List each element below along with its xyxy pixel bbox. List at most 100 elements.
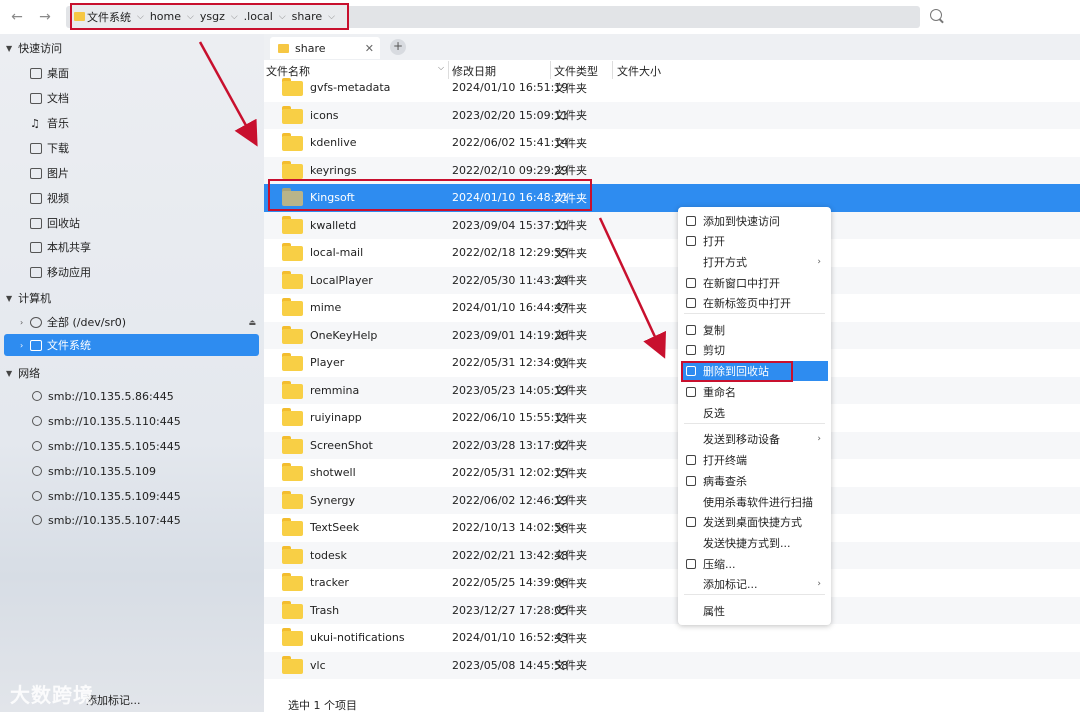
breadcrumb-item[interactable]: .local ⌵ [244,10,286,23]
table-row[interactable]: vlc 2023/05/08 14:45:58 文件夹 [264,651,1080,679]
table-row[interactable]: tracker 2022/05/25 14:39:06 文件夹 [264,569,1080,597]
open-folder-icon [686,236,696,246]
table-row[interactable]: ruiyinapp 2022/06/10 15:55:11 文件夹 [264,404,1080,432]
sidebar-item-trash[interactable]: 回收站 [30,212,260,234]
menu-item[interactable]: 反选 [678,403,831,423]
table-row[interactable]: todesk 2022/02/21 13:42:48 文件夹 [264,541,1080,569]
sidebar-item-network[interactable]: smb://10.135.5.86:445 [30,385,260,407]
sidebar-item-network[interactable]: smb://10.135.5.109:445 [30,485,260,507]
menu-item[interactable]: 复制 [678,320,831,340]
menu-item[interactable]: 病毒查杀 [678,471,831,491]
menu-item[interactable]: 打开 [678,231,831,251]
sidebar-item-desktop[interactable]: 桌面 [30,62,260,84]
sidebar-item-network[interactable]: smb://10.135.5.109 [30,460,260,482]
network-icon [32,391,42,401]
back-arrow-icon[interactable]: ← [8,8,26,26]
table-row[interactable]: Trash 2023/12/27 17:28:05 文件夹 [264,596,1080,624]
sidebar-group-network[interactable]: ▼ 网络 [6,365,40,381]
menu-item[interactable]: 剪切 [678,340,831,360]
menu-item[interactable]: 重命名 [678,382,831,402]
column-modified[interactable]: 修改日期 [452,63,496,79]
add-tag-button[interactable]: 添加标记... [86,692,141,708]
table-row[interactable]: icons 2023/02/20 15:09:11 文件夹 [264,101,1080,129]
file-name: Player [310,356,345,370]
video-icon [30,192,42,204]
folder-icon [282,78,303,96]
menu-divider [684,594,825,595]
table-row[interactable]: local-mail 2022/02/18 12:29:55 文件夹 [264,239,1080,267]
file-date: 2022/06/02 12:46:19 [452,493,569,507]
chevron-down-icon[interactable]: ⌵ [438,63,444,73]
menu-item[interactable]: 在新标签页中打开 [678,293,831,313]
file-name: remmina [310,383,360,397]
breadcrumb-item[interactable]: ysgz ⌵ [200,10,238,23]
menu-item[interactable]: 发送到桌面快捷方式 [678,512,831,532]
breadcrumb-item[interactable]: 文件系统 ⌵ [87,9,144,25]
table-row[interactable]: kdenlive 2022/06/02 15:41:14 文件夹 [264,129,1080,157]
menu-item[interactable]: 压缩... [678,554,831,574]
tab-share[interactable]: share ✕ [270,37,380,59]
menu-item[interactable]: 添加到快速访问 [678,211,831,231]
table-row[interactable]: OneKeyHelp 2023/09/01 14:19:26 文件夹 [264,321,1080,349]
column-name[interactable]: 文件名称 [266,63,310,79]
search-icon[interactable] [930,9,942,21]
sidebar-item-music[interactable]: ♫ 音乐 [30,112,260,134]
sidebar-item-mobile[interactable]: 移动应用 [30,261,260,283]
sidebar-item-pictures[interactable]: 图片 [30,162,260,184]
menu-item[interactable]: 属性 [678,601,831,621]
menu-item[interactable]: 发送到移动设备 › [678,429,831,449]
document-icon [30,92,42,104]
table-row[interactable]: ukui-notifications 2024/01/10 16:52:43 文件夹 [264,624,1080,652]
file-name: kdenlive [310,136,357,150]
menu-item[interactable]: 发送快捷方式到... [678,533,831,553]
table-row[interactable]: gvfs-metadata 2024/01/10 16:51:19 文件夹 [264,78,1080,102]
file-date: 2023/05/08 14:45:58 [452,658,569,672]
folder-icon [282,463,303,481]
sidebar-item-network[interactable]: smb://10.135.5.105:445 [30,435,260,457]
table-row[interactable]: Player 2022/05/31 12:34:01 文件夹 [264,349,1080,377]
table-row[interactable]: ScreenShot 2022/03/28 13:17:02 文件夹 [264,431,1080,459]
file-date: 2023/09/01 14:19:26 [452,328,569,342]
table-row[interactable]: mime 2024/01/10 16:44:47 文件夹 [264,294,1080,322]
sidebar-group-computer[interactable]: ▼ 计算机 [6,290,51,306]
menu-item[interactable]: 使用杀毒软件进行扫描 [678,492,831,512]
menu-item[interactable]: 在新窗口中打开 [678,273,831,293]
menu-item[interactable]: 打开终端 [678,450,831,470]
forward-arrow-icon[interactable]: → [36,8,54,26]
table-row[interactable]: remmina 2023/05/23 14:05:19 文件夹 [264,376,1080,404]
file-type: 文件夹 [554,81,587,95]
network-icon [32,441,42,451]
folder-icon [282,243,303,261]
breadcrumb-item[interactable]: home ⌵ [150,10,194,23]
sidebar-item-filesystem[interactable]: › 文件系统 [4,334,259,356]
add-tab-button[interactable]: + [390,39,406,55]
sidebar-item-videos[interactable]: 视频 [30,187,260,209]
table-row[interactable]: shotwell 2022/05/31 12:02:15 文件夹 [264,459,1080,487]
file-name: shotwell [310,466,356,480]
table-row[interactable]: LocalPlayer 2022/05/30 11:43:24 文件夹 [264,266,1080,294]
file-list: gvfs-metadata 2024/01/10 16:51:19 文件夹 icons… [264,78,1080,693]
file-name: keyrings [310,163,357,177]
sidebar-item-network[interactable]: smb://10.135.5.110:445 [30,410,260,432]
sidebar-item-downloads[interactable]: 下载 [30,137,260,159]
column-size[interactable]: 文件大小 [617,63,661,79]
table-row[interactable]: Synergy 2022/06/02 12:46:19 文件夹 [264,486,1080,514]
menu-item[interactable]: 打开方式 › [678,252,831,272]
breadcrumb-item[interactable]: share ⌵ [292,10,335,23]
sidebar-item-documents[interactable]: 文档 [30,87,260,109]
column-type[interactable]: 文件类型 [554,63,598,79]
music-icon: ♫ [30,116,40,130]
file-date: 2024/01/10 16:51:19 [452,81,569,95]
folder-icon [282,435,303,454]
sidebar-group-quick-access[interactable]: ▼ 快速访问 [6,40,62,56]
sidebar-item-shared[interactable]: 本机共享 [30,236,260,258]
file-name: kwalletd [310,218,357,232]
table-row[interactable]: kwalletd 2023/09/04 15:37:11 文件夹 [264,211,1080,239]
menu-item[interactable]: 添加标记... › [678,574,831,594]
annotation-box [681,361,793,382]
sidebar-item-optical-drive[interactable]: › 全部 (/dev/sr0) ⏏ [20,311,260,333]
table-row[interactable]: TextSeek 2022/10/13 14:02:56 文件夹 [264,514,1080,542]
close-icon[interactable]: ✕ [365,42,374,55]
file-name: Trash [310,603,340,617]
sidebar-item-network[interactable]: smb://10.135.5.107:445 [30,509,260,531]
